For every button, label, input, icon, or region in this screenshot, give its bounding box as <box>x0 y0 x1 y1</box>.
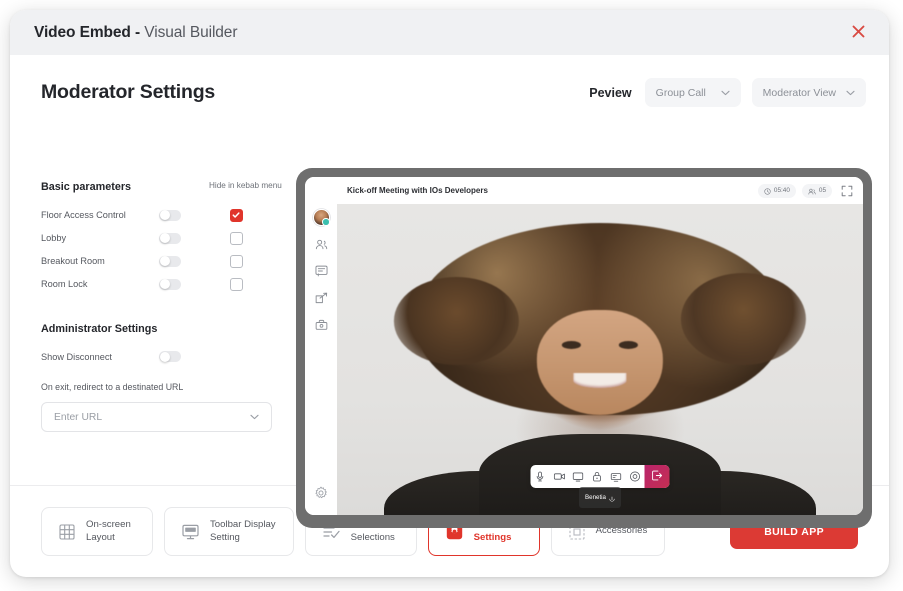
app-window: Video Embed - Visual Builder Moderator S… <box>10 10 889 577</box>
lobby-toggle[interactable] <box>159 232 181 244</box>
video-header: Kick-off Meeting with IOs Developers 05:… <box>305 177 863 204</box>
window-title-dash: - <box>130 23 145 41</box>
administrator-settings-section: Administrator Settings Show Disconnect O… <box>41 322 276 432</box>
preview-label: Peview <box>589 85 632 100</box>
room-lock-kebab-checkbox[interactable] <box>230 278 243 291</box>
setting-label: Lobby <box>41 233 67 244</box>
redirect-url-field[interactable] <box>41 402 272 432</box>
title-bar: Video Embed - Visual Builder <box>10 10 889 55</box>
page-title: Moderator Settings <box>41 81 216 103</box>
room-lock-toggle[interactable] <box>159 278 181 290</box>
present-icon[interactable] <box>607 465 626 488</box>
avatar <box>312 208 330 226</box>
meeting-title: Kick-off Meeting with IOs Developers <box>347 186 488 195</box>
setting-row: Breakout Room <box>41 250 276 273</box>
setting-label: Floor Access Control <box>41 210 126 221</box>
kebab-column-header: Hide in kebab menu <box>209 180 282 190</box>
close-icon <box>851 24 866 42</box>
participants-icon[interactable] <box>308 231 334 257</box>
chevron-down-icon <box>721 90 730 96</box>
muted-mic-icon <box>609 489 615 507</box>
window-title-strong: Video Embed <box>34 23 131 41</box>
lobby-kebab-checkbox[interactable] <box>230 232 243 245</box>
fullscreen-expand-button[interactable] <box>841 185 853 197</box>
chevron-down-icon <box>846 90 855 96</box>
breakout-room-kebab-checkbox[interactable] <box>230 255 243 268</box>
share-icon[interactable] <box>308 285 334 311</box>
meeting-timer-value: 05:40 <box>773 187 790 194</box>
close-button[interactable] <box>845 20 871 46</box>
grid-icon <box>59 523 75 540</box>
floor-access-control-kebab-checkbox[interactable] <box>230 209 243 222</box>
monitor-icon <box>182 524 199 540</box>
call-type-select[interactable]: Group Call <box>644 78 741 107</box>
video-main-area: Benetia <box>305 204 863 515</box>
main-content: Moderator Settings Peview Group Call Mod… <box>10 55 889 528</box>
photo-face <box>536 309 664 416</box>
setting-label: Room Lock <box>41 279 88 290</box>
photo-eye-left <box>562 341 582 349</box>
call-type-value: Group Call <box>655 86 706 99</box>
exit-redirect-note: On exit, redirect to a destinated URL <box>41 382 184 392</box>
video-stage: Benetia <box>337 204 863 515</box>
clock-icon <box>764 182 771 200</box>
show-disconnect-toggle[interactable] <box>159 351 181 363</box>
setting-row: Show Disconnect <box>41 346 276 369</box>
floor-access-control-toggle[interactable] <box>159 209 181 221</box>
video-preview-bezel: Kick-off Meeting with IOs Developers 05:… <box>296 168 872 528</box>
gear-icon[interactable] <box>308 480 334 506</box>
setting-row: Room Lock <box>41 273 276 296</box>
settings-panel: Basic parameters Hide in kebab menu Floo… <box>41 181 282 432</box>
tab-label: On-screen Layout <box>86 519 131 543</box>
camera-icon[interactable] <box>550 465 569 488</box>
setting-label: Show Disconnect <box>41 351 112 362</box>
tab-toolbar-display-setting[interactable]: Toolbar Display Setting <box>164 507 294 556</box>
view-mode-value: Moderator View <box>762 86 836 99</box>
participant-count-value: 05 <box>818 187 826 194</box>
meeting-timer-badge: 05:40 <box>757 182 796 200</box>
rail-avatar[interactable] <box>308 204 334 230</box>
participant-count-badge: 05 <box>801 182 832 200</box>
tab-on-screen-layout[interactable]: On-screen Layout <box>41 507 153 556</box>
window-title: Video Embed - Visual Builder <box>34 24 237 42</box>
screen-share-icon[interactable] <box>569 465 588 488</box>
tab-label: Toolbar Display Setting <box>210 519 276 543</box>
setting-row: Floor Access Control <box>41 204 276 227</box>
view-mode-select[interactable]: Moderator View <box>751 78 866 107</box>
window-title-light: Visual Builder <box>144 23 238 41</box>
record-icon[interactable] <box>626 465 645 488</box>
leave-call-button[interactable] <box>644 465 670 488</box>
chat-icon[interactable] <box>308 258 334 284</box>
video-preview-screen: Kick-off Meeting with IOs Developers 05:… <box>305 177 863 515</box>
participant-name: Benetia <box>585 494 606 501</box>
video-sidebar-rail <box>305 204 337 515</box>
participant-name-tag: Benetia <box>579 487 621 508</box>
people-icon <box>808 182 816 200</box>
setting-row: Lobby <box>41 227 276 250</box>
video-call-toolbar <box>530 465 670 488</box>
setting-label: Breakout Room <box>41 256 105 267</box>
preview-controls: Peview Group Call Moderator View <box>589 78 866 107</box>
exit-icon <box>652 468 663 486</box>
redirect-url-input[interactable] <box>54 411 240 423</box>
chevron-down-icon <box>250 414 259 420</box>
administrator-settings-title: Administrator Settings <box>41 322 158 335</box>
microphone-icon[interactable] <box>531 465 550 488</box>
photo-eye-right <box>618 341 638 349</box>
photo-smile <box>573 373 627 388</box>
breakout-room-toggle[interactable] <box>159 255 181 267</box>
presentation-icon[interactable] <box>308 312 334 338</box>
lock-icon[interactable] <box>588 465 607 488</box>
